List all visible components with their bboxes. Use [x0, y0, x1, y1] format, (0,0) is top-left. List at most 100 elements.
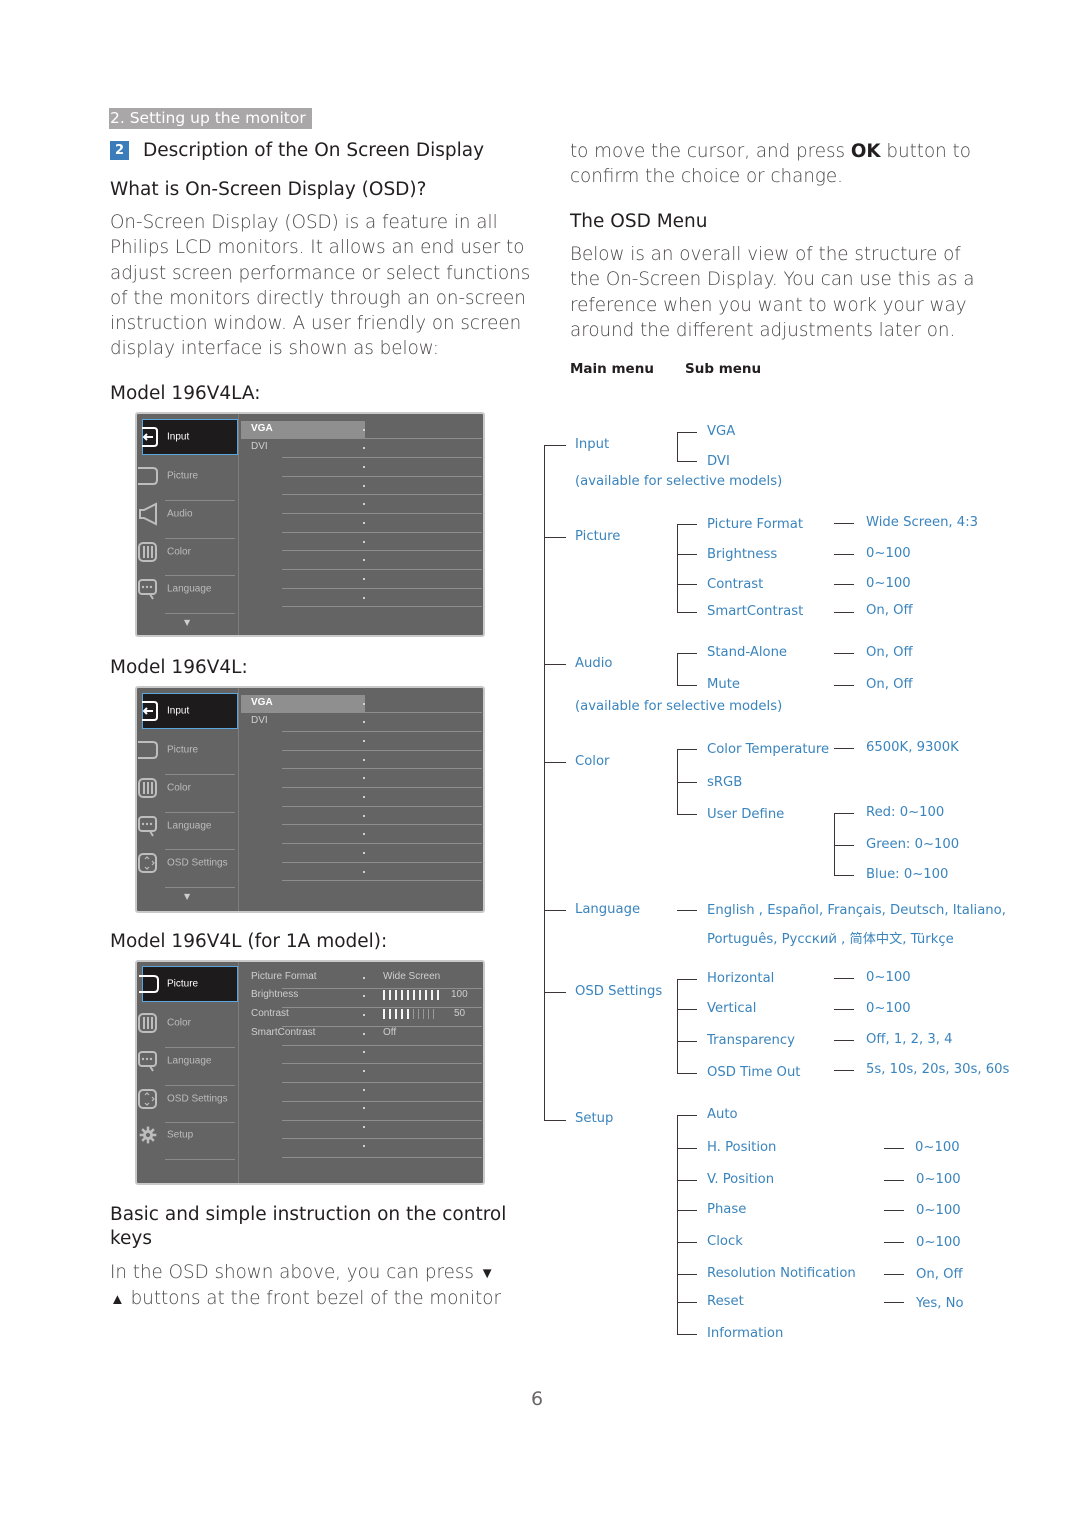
control-keys-heading: Basic and simple instruction on the cont… [110, 1204, 507, 1249]
tree-sub-item: Resolution Notification [707, 1266, 856, 1281]
osd-menu-item-setup: Setup [137, 1117, 239, 1153]
osd-menu-item-audio: Audio [137, 496, 239, 532]
osd-setting-label: Contrast [251, 1008, 289, 1019]
level-tick [425, 990, 427, 1000]
picture-icon [139, 975, 159, 993]
tree-value: Off, 1, 2, 3, 4 [866, 1032, 953, 1047]
tree-sub-item: Horizontal [707, 971, 775, 986]
osd-setting-label: SmartContrast [251, 1027, 316, 1038]
gear-icon [139, 1126, 157, 1144]
osd-menu-heading: The OSD Menu [570, 211, 708, 232]
osd-setting-value: Wide Screen [383, 971, 441, 982]
osd-sub-option-vga: VGA [251, 423, 273, 434]
tree-main-osd-settings: OSD Settings [575, 984, 663, 999]
tree-value: 0~100 [866, 576, 911, 591]
level-tick [389, 990, 391, 1000]
osd-sub-option-dvi: DVI [251, 441, 268, 452]
level-tick [383, 1009, 385, 1019]
level-tick [401, 990, 403, 1000]
tree-sub-item: Brightness [707, 547, 778, 562]
intro-line: display interface is shown as below: [110, 338, 439, 360]
osd-menu-item-color: Color [137, 770, 239, 806]
control-keys-paragraph: In the OSD shown above, you can press ▼ … [110, 1262, 501, 1310]
osd-setting-label: Brightness [251, 989, 299, 1000]
tree-sub-item: Transparency [707, 1033, 795, 1048]
osd-menu-item-language: Language [137, 1043, 239, 1079]
tree-sub-dvi: DVI [707, 454, 730, 469]
tree-value: Red: 0~100 [866, 805, 945, 820]
tree-value: 0~100 [916, 1172, 961, 1187]
what-is-osd-heading: What is On-Screen Display (OSD)? [110, 179, 427, 200]
osd-menu-item-language: Language [137, 808, 239, 844]
up-arrow-icon: ▲ [110, 1290, 125, 1309]
section-number-badge: 2 [110, 141, 129, 160]
tree-main-setup: Setup [575, 1111, 614, 1126]
tree-sub-item: SmartContrast [707, 604, 804, 619]
tree-sub-item: Mute [707, 677, 741, 692]
tree-main-picture: Picture [575, 529, 621, 544]
level-tick [407, 1009, 409, 1019]
osd-settings-icon [138, 1089, 157, 1109]
tree-value: 0~100 [915, 1140, 960, 1155]
level-tick [419, 990, 421, 1000]
tree-sub-item: Color Temperature [707, 742, 830, 757]
contrast-level-bar [383, 1009, 434, 1019]
more-down-indicator: ▼ [184, 892, 191, 901]
tree-value: 0~100 [916, 1235, 961, 1250]
osd-settings-icon [138, 853, 157, 873]
level-tick [437, 990, 439, 1000]
level-tick [413, 1009, 414, 1019]
tree-sub-vga: VGA [707, 424, 736, 439]
osd-menu-item-input: Input [142, 693, 238, 729]
picture-icon [138, 467, 158, 485]
level-tick [389, 1009, 391, 1019]
brightness-level-bar [383, 990, 439, 1000]
input-icon [142, 427, 158, 447]
intro-line: Philips LCD monitors. It allows an end u… [110, 237, 525, 259]
tree-main-audio: Audio [575, 656, 613, 671]
osd-setting-value: Off [383, 1027, 397, 1038]
level-tick [431, 990, 433, 1000]
osd-menu-item-color: Color [137, 1005, 239, 1041]
audio-icon [139, 502, 157, 526]
tree-value: On, Off [866, 645, 913, 660]
tree-value: Green: 0~100 [866, 837, 960, 852]
osd-setting-label: Picture Format [251, 971, 317, 982]
tree-language-list: Português, Русский , 简体中文, Türkçe [707, 932, 954, 947]
level-tick [401, 1009, 403, 1019]
color-icon [138, 1013, 157, 1033]
level-tick [413, 990, 415, 1000]
continue-paragraph: to move the cursor, and press OK button … [570, 141, 971, 188]
osd-sub-option-vga: VGA [251, 697, 273, 708]
down-arrow-icon: ▼ [479, 1264, 495, 1282]
model-title-196v4l-1a: Model 196V4L (for 1A model): [110, 931, 388, 952]
osd-screenshot-196v4la: Input Picture Audio Color Language ▼ VGA… [135, 412, 485, 637]
intro-line: adjust screen performance or select func… [110, 262, 531, 284]
osd-menu-item-picture: Picture [137, 732, 239, 768]
osd-menu-item-osd-settings: OSD Settings [137, 845, 239, 881]
color-icon [138, 542, 157, 562]
tree-sub-item: Contrast [707, 577, 764, 592]
tree-sub-item: User Define [707, 807, 785, 822]
osd-sub-option-dvi: DVI [251, 715, 268, 726]
tree-sub-item: H. Position [707, 1140, 777, 1155]
tree-value: 5s, 10s, 20s, 30s, 60s [866, 1062, 1010, 1077]
osd-screenshot-196v4l: Input Picture Color Language OSD Setting… [135, 686, 485, 913]
osd-menu-item-picture: Picture [137, 458, 239, 494]
tree-sub-item: sRGB [707, 775, 743, 790]
sub-menu-column-header: Sub menu [685, 361, 762, 377]
section-title: Description of the On Screen Display [143, 140, 485, 161]
tree-value: On, Off [866, 603, 913, 618]
language-icon [138, 579, 157, 600]
tree-sub-item: Information [707, 1326, 784, 1341]
tree-sub-item: V. Position [707, 1172, 775, 1187]
intro-line: instruction window. A user friendly on s… [110, 313, 522, 335]
osd-menu-item-picture: Picture [139, 966, 238, 1002]
tree-sub-item: Auto [707, 1107, 738, 1122]
tree-value: 6500K, 9300K [866, 740, 959, 755]
tree-value: 0~100 [866, 970, 911, 985]
level-tick [433, 1009, 434, 1019]
tree-sub-item: Stand-Alone [707, 645, 788, 660]
osd-menu-item-color: Color [137, 534, 239, 570]
level-tick [395, 990, 397, 1000]
